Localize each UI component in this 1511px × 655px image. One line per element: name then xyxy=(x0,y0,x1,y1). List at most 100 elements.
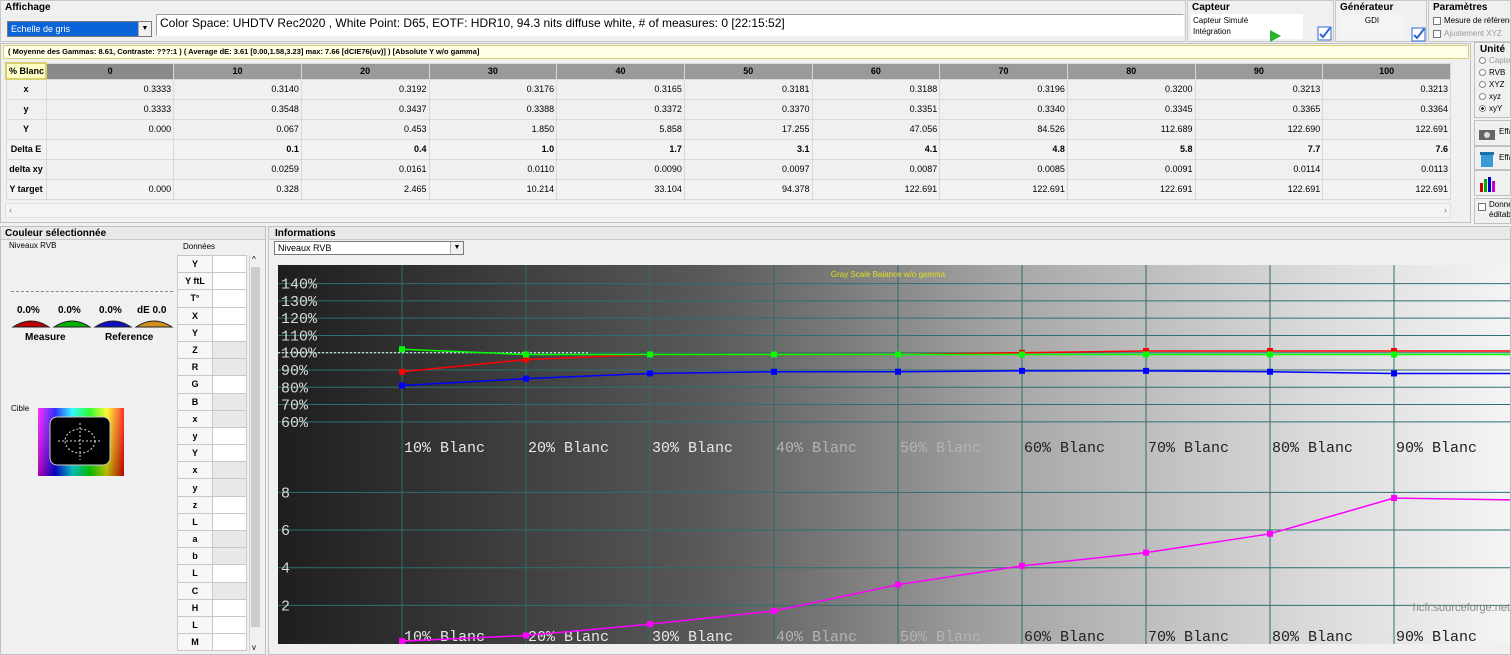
table-cell[interactable]: 47.056 xyxy=(811,118,941,140)
capteur-item[interactable]: Intégration xyxy=(1193,26,1301,37)
table-cell[interactable]: 1.850 xyxy=(428,118,558,140)
table-cell[interactable]: 122.691 xyxy=(1066,178,1196,200)
table-cell[interactable]: 0.0091 xyxy=(1066,158,1196,180)
table-cell[interactable]: 0.3213 xyxy=(1194,78,1324,100)
table-cell[interactable]: 10.214 xyxy=(428,178,558,200)
data-value[interactable] xyxy=(212,547,247,566)
table-cell[interactable]: 122.691 xyxy=(1194,178,1324,200)
table-cell[interactable]: 0.3437 xyxy=(300,98,430,120)
table-cell[interactable]: 7.7 xyxy=(1194,138,1324,160)
chart-button[interactable] xyxy=(1474,170,1511,196)
table-cell[interactable]: 4.1 xyxy=(811,138,941,160)
data-value[interactable] xyxy=(212,512,247,532)
table-cell[interactable]: 0.3196 xyxy=(939,78,1068,100)
configure-icon[interactable] xyxy=(1411,27,1427,43)
erase-button[interactable]: Effacer xyxy=(1474,120,1511,146)
chevron-down-icon[interactable]: ▼ xyxy=(138,22,151,36)
table-cell[interactable]: 4.8 xyxy=(939,138,1068,160)
unit-option[interactable]: xyY xyxy=(1479,103,1510,115)
unit-option[interactable]: Capteur xyxy=(1479,55,1510,67)
table-cell[interactable]: 0.000 xyxy=(45,118,175,140)
data-value[interactable] xyxy=(212,272,247,291)
chevron-up-icon[interactable]: ^ xyxy=(252,255,256,264)
capteur-item[interactable]: Capteur Simulé xyxy=(1193,15,1301,26)
table-cell[interactable]: 0.3192 xyxy=(300,78,430,100)
column-header[interactable]: 20 xyxy=(300,62,430,80)
table-cell[interactable]: 0.328 xyxy=(173,178,302,200)
chevron-down-icon[interactable]: v xyxy=(252,643,256,652)
table-cell[interactable]: 122.691 xyxy=(939,178,1068,200)
column-header[interactable]: 10 xyxy=(173,62,302,80)
column-header[interactable]: 80 xyxy=(1066,62,1196,80)
radio-icon[interactable] xyxy=(1479,105,1486,113)
table-cell[interactable]: 17.255 xyxy=(683,118,813,140)
table-cell[interactable]: 5.8 xyxy=(1066,138,1196,160)
table-cell[interactable]: 0.3388 xyxy=(428,98,558,120)
generateur-value[interactable]: GDI xyxy=(1339,14,1405,39)
table-cell[interactable]: 0.3181 xyxy=(683,78,813,100)
table-cell[interactable]: 0.4 xyxy=(300,138,430,160)
data-value[interactable] xyxy=(212,409,247,428)
data-value[interactable] xyxy=(212,358,247,377)
radio-icon[interactable] xyxy=(1479,93,1486,101)
editable-data-checkbox[interactable]: Données éditables xyxy=(1474,198,1511,224)
column-header[interactable]: 0 xyxy=(45,62,175,80)
column-header[interactable]: 90 xyxy=(1194,62,1324,80)
chevron-down-icon[interactable]: ▼ xyxy=(450,242,463,254)
data-value[interactable] xyxy=(212,306,247,325)
horizontal-scrollbar[interactable]: ‹ › xyxy=(5,203,1451,218)
radio-icon[interactable] xyxy=(1479,69,1486,77)
table-cell[interactable] xyxy=(45,138,175,160)
table-cell[interactable]: 0.3333 xyxy=(45,78,175,100)
data-value[interactable] xyxy=(212,633,247,652)
target-color-picker[interactable] xyxy=(38,408,124,476)
table-cell[interactable]: 0.0090 xyxy=(556,158,685,180)
table-cell[interactable]: 0.3333 xyxy=(45,98,175,120)
reference-checkbox[interactable]: Mesure de référence xyxy=(1433,14,1510,27)
unit-option[interactable]: XYZ xyxy=(1479,79,1510,91)
table-cell[interactable]: 0.0259 xyxy=(173,158,302,180)
table-cell[interactable]: 0.3213 xyxy=(1322,78,1451,100)
capteur-list[interactable]: Capteur Simulé Intégration xyxy=(1191,14,1303,39)
table-cell[interactable]: 0.3370 xyxy=(683,98,813,120)
data-value[interactable] xyxy=(212,392,247,411)
table-cell[interactable]: 1.7 xyxy=(556,138,685,160)
table-cell[interactable]: 0.453 xyxy=(300,118,430,140)
table-cell[interactable]: 0.0087 xyxy=(811,158,941,180)
table-cell[interactable]: 0.3200 xyxy=(1066,78,1196,100)
column-header[interactable]: 50 xyxy=(683,62,813,80)
data-value[interactable] xyxy=(212,495,247,514)
table-cell[interactable]: 0.0110 xyxy=(428,158,558,180)
chevron-left-icon[interactable]: ‹ xyxy=(9,205,12,215)
column-header[interactable]: 40 xyxy=(556,62,685,80)
mode-select[interactable]: Echelle de gris ▼ xyxy=(7,21,152,37)
table-cell[interactable]: 0.3165 xyxy=(556,78,685,100)
table-cell[interactable]: 0.0085 xyxy=(939,158,1068,180)
configure-icon[interactable] xyxy=(1317,26,1333,42)
chevron-right-icon[interactable]: › xyxy=(1444,205,1447,215)
data-value[interactable] xyxy=(212,478,247,497)
data-value[interactable] xyxy=(212,615,247,635)
play-icon[interactable] xyxy=(1268,29,1282,43)
table-cell[interactable]: 7.6 xyxy=(1322,138,1451,160)
table-cell[interactable]: 94.378 xyxy=(683,178,813,200)
data-value[interactable] xyxy=(212,375,247,394)
table-cell[interactable]: 84.526 xyxy=(939,118,1068,140)
table-cell[interactable]: 112.689 xyxy=(1066,118,1196,140)
unit-option[interactable]: xyz xyxy=(1479,91,1510,103)
clear-button[interactable]: Effacer xyxy=(1474,146,1511,170)
table-cell[interactable]: 0.0161 xyxy=(300,158,430,180)
table-cell[interactable]: 0.3351 xyxy=(811,98,941,120)
view-select[interactable]: Niveaux RVB ▼ xyxy=(274,241,464,255)
table-cell[interactable]: 0.000 xyxy=(45,178,175,200)
column-header[interactable]: 60 xyxy=(811,62,941,80)
data-value[interactable] xyxy=(212,254,247,274)
table-cell[interactable]: 3.1 xyxy=(683,138,813,160)
table-cell[interactable]: 0.3372 xyxy=(556,98,685,120)
data-value[interactable] xyxy=(212,564,247,583)
data-value[interactable] xyxy=(212,598,247,617)
table-cell[interactable]: 122.691 xyxy=(1322,118,1451,140)
table-cell[interactable]: 0.3340 xyxy=(939,98,1068,120)
table-cell[interactable]: 0.067 xyxy=(173,118,302,140)
table-cell[interactable]: 0.0113 xyxy=(1322,158,1451,180)
